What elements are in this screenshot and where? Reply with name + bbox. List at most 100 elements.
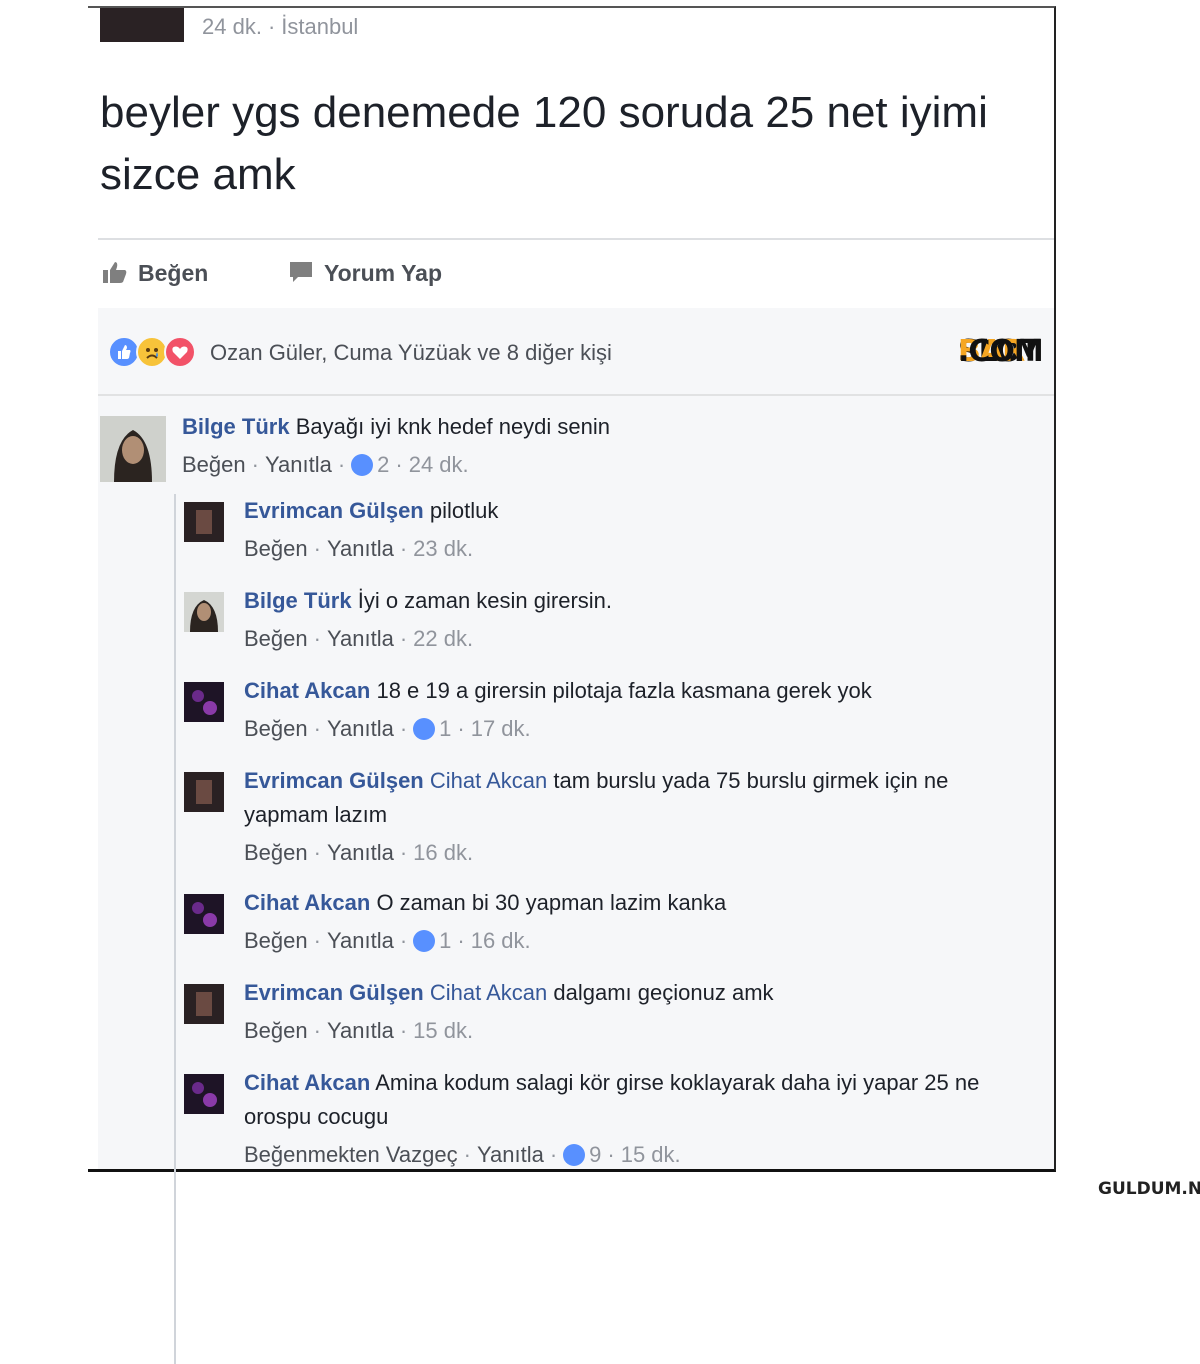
avatar[interactable] (184, 1074, 224, 1114)
comment-text: pilotluk (429, 498, 499, 523)
comment-text: dalgamı geçionuz amk (553, 980, 774, 1005)
comment-text: O zaman bi 30 yapman lazim kanka (376, 890, 727, 915)
like-count-icon (563, 1144, 586, 1166)
comment-like-link[interactable]: Beğen (244, 536, 308, 561)
comment-author[interactable]: Cihat Akcan (244, 890, 370, 915)
avatar[interactable] (184, 502, 224, 542)
avatar[interactable] (184, 592, 224, 632)
comment-body: Cihat Akcan Amina kodum salagi kör girse… (244, 1066, 1034, 1172)
post-time[interactable]: 24 dk. (202, 14, 262, 39)
comment-actions: Beğen · Yanıtla · 1 · 16 dk. (244, 928, 531, 953)
comment-reply-link[interactable]: Yanıtla (327, 716, 394, 741)
comment-reply-link[interactable]: Yanıtla (477, 1142, 544, 1167)
comment-text: İyi o zaman kesin girersin. (357, 588, 613, 613)
avatar[interactable] (100, 416, 166, 482)
comment-like-count[interactable]: 9 (589, 1142, 601, 1167)
comment-like-count[interactable]: 2 (377, 452, 389, 477)
comment-time[interactable]: 15 dk. (621, 1142, 681, 1167)
like-count-icon (413, 718, 436, 740)
comments-section: Ozan Güler, Cuma Yüzüak ve 8 diğer kişi … (98, 308, 1054, 1364)
comment-icon (288, 260, 314, 290)
post-location[interactable]: İstanbul (281, 14, 358, 39)
slotbar-watermark: SLOT BAR .COM (958, 334, 1044, 369)
comment-time[interactable]: 16 dk. (413, 840, 473, 865)
comment-actions: Beğen · Yanıtla · 22 dk. (244, 626, 474, 651)
comment-author[interactable]: Evrimcan Gülşen (244, 498, 424, 523)
reply-comment: Bilge Türk İyi o zaman kesin girersin. B… (184, 588, 1044, 670)
reply-comment: Cihat Akcan Amina kodum salagi kör girse… (184, 1070, 1044, 1182)
comment-author[interactable]: Bilge Türk (182, 414, 290, 439)
comment-like-link[interactable]: Beğen (244, 840, 308, 865)
comment-actions: Beğenmekten Vazgeç · Yanıtla · 9 · 15 dk. (244, 1142, 681, 1167)
author-avatar[interactable] (100, 8, 184, 42)
reply-comment: Evrimcan Gülşen Cihat Akcan tam burslu y… (184, 768, 1044, 880)
comment-actions: Beğen · Yanıtla · 2 · 24 dk. (182, 452, 469, 477)
comment: Bilge Türk Bayağı iyi knk hedef neydi se… (98, 414, 1038, 494)
comment-time[interactable]: 22 dk. (413, 626, 473, 651)
comment-like-link[interactable]: Beğen (244, 1018, 308, 1043)
comment-like-link[interactable]: Beğen (182, 452, 246, 477)
comment-body: Bilge Türk Bayağı iyi knk hedef neydi se… (182, 410, 1032, 482)
comment-author[interactable]: Evrimcan Gülşen (244, 768, 424, 793)
comment-body: Cihat Akcan O zaman bi 30 yapman lazim k… (244, 886, 1034, 958)
like-label: Beğen (138, 260, 209, 286)
comment-body: Evrimcan Gülşen Cihat Akcan dalgamı geçi… (244, 976, 1034, 1048)
divider (98, 394, 1054, 396)
comment-mention[interactable]: Cihat Akcan (430, 768, 547, 793)
comment-like-count[interactable]: 1 (439, 716, 451, 741)
comment-author[interactable]: Evrimcan Gülşen (244, 980, 424, 1005)
comment-time[interactable]: 15 dk. (413, 1018, 473, 1043)
thumbs-up-icon (102, 260, 128, 290)
comment-author[interactable]: Cihat Akcan (244, 678, 370, 703)
comment-like-link[interactable]: Beğen (244, 716, 308, 741)
comment-body: Bilge Türk İyi o zaman kesin girersin. B… (244, 584, 1034, 656)
comment-text: 18 e 19 a girersin pilotaja fazla kasman… (376, 678, 872, 703)
comment-author[interactable]: Bilge Türk (244, 588, 352, 613)
like-count-icon (413, 930, 436, 952)
avatar[interactable] (184, 894, 224, 934)
comment-text: Bayağı iyi knk hedef neydi senin (295, 414, 611, 439)
comment-time[interactable]: 23 dk. (413, 536, 473, 561)
comment-like-count[interactable]: 1 (439, 928, 451, 953)
comment-reply-link[interactable]: Yanıtla (327, 536, 394, 561)
post-action-bar: Beğen Yorum Yap (98, 238, 1054, 310)
reply-comment: Cihat Akcan O zaman bi 30 yapman lazim k… (184, 890, 1044, 972)
post-text: beyler ygs denemede 120 soruda 25 net iy… (100, 88, 988, 199)
love-reaction-icon (164, 336, 196, 368)
avatar[interactable] (184, 772, 224, 812)
avatar[interactable] (184, 682, 224, 722)
comment-actions: Beğen · Yanıtla · 15 dk. (244, 1018, 474, 1043)
reactions-text[interactable]: Ozan Güler, Cuma Yüzüak ve 8 diğer kişi (210, 340, 612, 366)
comment-actions: Beğen · Yanıtla · 23 dk. (244, 536, 474, 561)
comment-mention[interactable]: Cihat Akcan (430, 980, 547, 1005)
comment-body: Cihat Akcan 18 e 19 a girersin pilotaja … (244, 674, 1034, 746)
comment-time[interactable]: 24 dk. (409, 452, 469, 477)
reply-comment: Evrimcan Gülşen pilotluk Beğen · Yanıtla · 2… (184, 498, 1044, 580)
avatar[interactable] (184, 984, 224, 1024)
comment-reply-link[interactable]: Yanıtla (327, 626, 394, 651)
comment-actions: Beğen · Yanıtla · 16 dk. (244, 840, 474, 865)
reply-comment: Evrimcan Gülşen Cihat Akcan dalgamı geçi… (184, 980, 1044, 1062)
reply-thread-line (174, 494, 176, 1364)
comment-reply-link[interactable]: Yanıtla (327, 928, 394, 953)
comment-body: Evrimcan Gülşen Cihat Akcan tam burslu y… (244, 764, 1034, 870)
comment-label: Yorum Yap (324, 260, 443, 286)
facebook-post: 24 dk. · İstanbul beyler ygs denemede 120 … (88, 6, 1056, 1364)
comment-actions: Beğen · Yanıtla · 1 · 17 dk. (244, 716, 531, 741)
guldum-watermark: GULDUM.NET (1098, 1179, 1200, 1199)
comment-button[interactable]: Yorum Yap (288, 260, 442, 290)
comment-reply-link[interactable]: Yanıtla (265, 452, 332, 477)
comment-time[interactable]: 17 dk. (471, 716, 531, 741)
comment-like-link[interactable]: Beğen (244, 928, 308, 953)
comment-like-link[interactable]: Beğen (244, 626, 308, 651)
comment-reply-link[interactable]: Yanıtla (327, 1018, 394, 1043)
post-meta: 24 dk. · İstanbul (202, 14, 359, 39)
like-button[interactable]: Beğen (102, 260, 208, 290)
reply-comment: Cihat Akcan 18 e 19 a girersin pilotaja … (184, 678, 1044, 760)
comment-reply-link[interactable]: Yanıtla (327, 840, 394, 865)
comment-time[interactable]: 16 dk. (471, 928, 531, 953)
like-count-icon (351, 454, 374, 476)
comment-unlike-link[interactable]: Beğenmekten Vazgeç (244, 1142, 458, 1167)
comment-body: Evrimcan Gülşen pilotluk Beğen · Yanıtla · 2… (244, 494, 1034, 566)
comment-author[interactable]: Cihat Akcan (244, 1070, 370, 1095)
